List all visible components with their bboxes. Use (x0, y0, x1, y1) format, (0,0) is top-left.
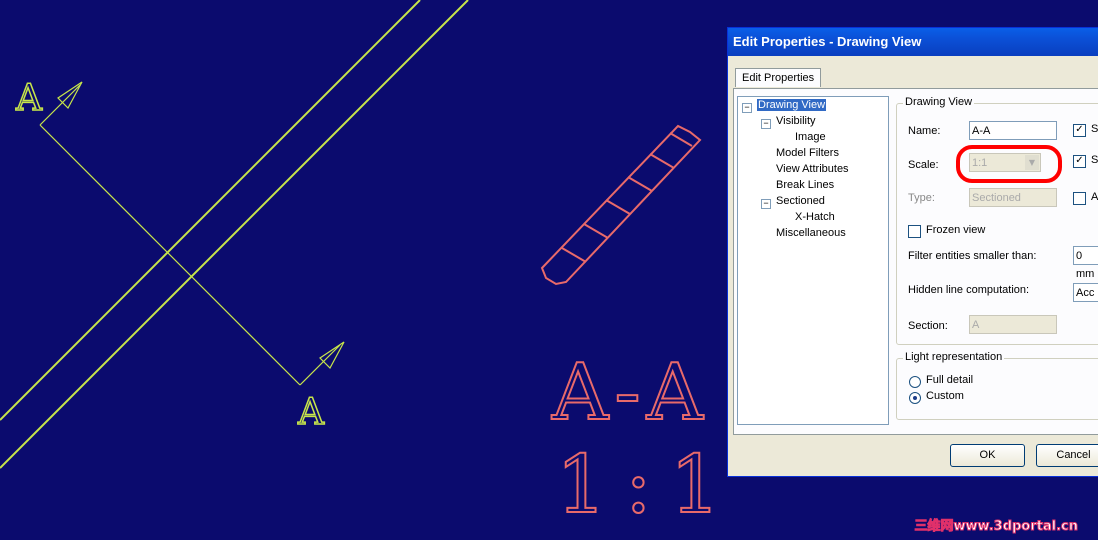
right-checkbox-3-label: A (1091, 191, 1098, 203)
hidden-line-label: Hidden line computation: (908, 284, 1030, 296)
right-checkbox-3[interactable] (1073, 192, 1086, 205)
section-cut-line (39, 124, 301, 386)
section-label-bottom: A (297, 391, 325, 434)
section-input[interactable]: A (969, 315, 1057, 334)
dialog-title[interactable]: Edit Properties - Drawing View (728, 28, 1098, 56)
section-label-top: A (15, 77, 43, 120)
tree-item-view-attributes[interactable]: View Attributes (776, 163, 849, 175)
right-checkbox-1-label: S (1091, 123, 1098, 135)
section-arrow-bottom (299, 344, 341, 386)
section-label: Section: (908, 320, 948, 332)
filter-input[interactable]: 0 mm (1073, 246, 1098, 280)
watermark-text: 三维网www.3dportal.cn (914, 519, 1078, 535)
filter-label: Filter entities smaller than: (908, 250, 1037, 262)
tree-item-drawing-view[interactable]: Drawing View (757, 99, 827, 111)
type-input[interactable]: Sectioned (969, 188, 1057, 207)
part-edge-line-2 (0, 0, 469, 469)
tab-edit-properties[interactable]: Edit Properties (735, 68, 822, 87)
drawing-view-group-title: Drawing View (903, 96, 975, 108)
ok-button[interactable]: OK (950, 444, 1025, 467)
light-representation-title: Light representation (903, 351, 1005, 363)
tree-item-image[interactable]: Image (795, 131, 826, 143)
tree-item-model-filters[interactable]: Model Filters (776, 147, 839, 159)
expand-visibility-icon[interactable]: − (761, 119, 771, 129)
right-checkbox-2-label: S (1091, 154, 1098, 166)
cancel-button[interactable]: Cancel (1036, 444, 1098, 467)
frozen-view-label: Frozen view (926, 224, 986, 236)
section-arrow-top (39, 84, 81, 126)
custom-label: Custom (926, 390, 964, 402)
name-input[interactable]: A-A (969, 121, 1057, 140)
scale-highlight-circle (956, 145, 1062, 183)
view-scale-label: 1:1 (555, 437, 739, 532)
light-representation-group: Light representation (896, 351, 1098, 420)
full-detail-label: Full detail (926, 374, 974, 386)
edit-properties-dialog[interactable]: Edit Properties - Drawing View Edit Prop… (727, 27, 1098, 477)
name-label: Name: (908, 125, 941, 137)
expand-sectioned-icon[interactable]: − (761, 199, 771, 209)
full-detail-radio[interactable] (909, 376, 921, 388)
right-checkbox-1[interactable]: ✓ (1073, 124, 1086, 137)
view-name-label: A-A (551, 347, 710, 439)
property-tree[interactable]: − Drawing View − Visibility Image Model … (737, 96, 889, 425)
section-arrowhead-bottom (319, 341, 345, 369)
part-edge-line-1 (0, 0, 421, 421)
tree-item-break-lines[interactable]: Break Lines (776, 179, 834, 191)
right-checkbox-2[interactable]: ✓ (1073, 155, 1086, 168)
tree-item-visibility[interactable]: Visibility (776, 115, 816, 127)
tree-item-sectioned[interactable]: Sectioned (776, 195, 825, 207)
hidden-line-select[interactable]: Acc (1073, 283, 1098, 302)
custom-radio[interactable] (909, 392, 921, 404)
tree-item-x-hatch[interactable]: X-Hatch (795, 211, 835, 223)
tree-item-miscellaneous[interactable]: Miscellaneous (776, 227, 846, 239)
expand-drawing-view-icon[interactable]: − (742, 103, 752, 113)
type-label: Type: (908, 192, 935, 204)
scale-label: Scale: (908, 159, 939, 171)
frozen-view-checkbox[interactable] (908, 225, 921, 238)
section-view-part[interactable] (540, 124, 702, 286)
